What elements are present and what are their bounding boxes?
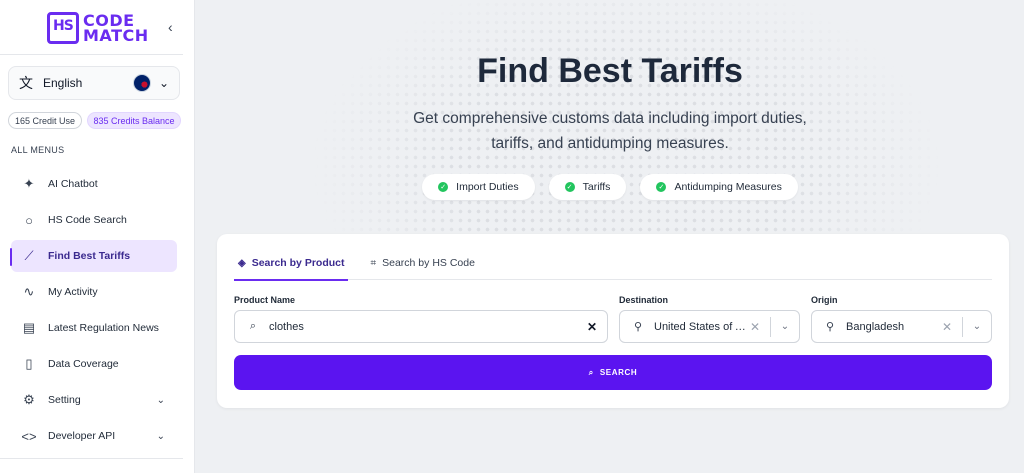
sidebar-item-label: Latest Regulation News (48, 322, 159, 334)
search-icon: ⌕ (588, 367, 594, 377)
product-name-input[interactable]: ⌕ clothes ✕ (234, 310, 608, 343)
search-icon: ⌕ (249, 320, 257, 332)
logo-text: CODE MATCH (83, 13, 149, 45)
check-circle-icon: ✓ (438, 182, 449, 192)
chevron-down-icon[interactable]: ⌄ (969, 321, 985, 332)
clear-icon[interactable]: ✕ (746, 320, 764, 334)
sidebar-item-label: Data Coverage (48, 358, 119, 370)
trend-icon: ⟋ (24, 248, 34, 263)
tab-label: Search by HS Code (382, 257, 475, 269)
sidebar-item-label: Setting (48, 394, 81, 406)
feature-pills: ✓ Import Duties ✓ Tariffs ✓ Antidumping … (196, 174, 1024, 200)
check-circle-icon: ✓ (564, 182, 575, 192)
divider (0, 54, 183, 55)
menus-title: ALL MENUS (11, 145, 65, 155)
origin-value: Bangladesh (846, 320, 905, 333)
language-selector[interactable]: 文 English ⌄ (8, 66, 180, 100)
chevron-down-icon: ⌄ (156, 430, 165, 442)
check-circle-icon: ✓ (656, 182, 667, 192)
logo[interactable]: HS CODE MATCH (47, 12, 149, 44)
destination-select[interactable]: ⚲ United States of A... ✕ ⌄ (619, 310, 800, 343)
feature-pill-import-duties: ✓ Import Duties (422, 174, 535, 200)
page-title: Find Best Tariffs (477, 52, 743, 90)
scan-icon: ⌗ (370, 257, 377, 269)
page-subtitle: Get comprehensive customs data including… (413, 110, 807, 152)
origin-label: Origin (811, 295, 838, 305)
feature-pill-label: Tariffs (582, 181, 611, 193)
sparkle-icon: ✦ (23, 176, 35, 191)
search-button[interactable]: ⌕ SEARCH (234, 355, 992, 390)
news-icon: ▤ (22, 320, 36, 335)
sidebar-item-ai-chatbot[interactable]: ✦ AI Chatbot (11, 168, 177, 200)
clear-icon[interactable]: ✕ (583, 320, 601, 334)
sidebar-item-hs-code-search[interactable]: ○ HS Code Search (11, 204, 177, 236)
logo-mark-text: HS (53, 18, 74, 34)
collapse-sidebar-icon[interactable]: ‹ (168, 19, 173, 35)
feature-pill-antidumping: ✓ Antidumping Measures (640, 174, 798, 200)
search-card: ◈ Search by Product ⌗ Search by HS Code … (217, 234, 1009, 408)
logo-mark: HS (47, 12, 79, 44)
document-icon: ▯ (25, 356, 33, 371)
feature-pill-label: Import Duties (456, 181, 519, 193)
pin-icon: ⚲ (825, 321, 835, 333)
credit-balance-badge[interactable]: 835 Credits Balance (87, 112, 181, 129)
product-name-label: Product Name (234, 295, 296, 305)
separator (770, 316, 771, 337)
language-label: English (43, 76, 83, 90)
sidebar-item-label: Developer API (48, 430, 116, 442)
sidebar-item-label: HS Code Search (48, 214, 127, 226)
search-button-label: SEARCH (599, 368, 638, 377)
sidebar-item-label: My Activity (48, 286, 98, 298)
credit-use-badge: 165 Credit Use (8, 112, 82, 129)
gear-icon: ⚙ (23, 392, 35, 407)
search-icon: ○ (25, 212, 33, 228)
code-icon: <> (21, 428, 37, 444)
sidebar-item-setting[interactable]: ⚙ Setting ⌄ (11, 384, 177, 416)
feature-pill-tariffs: ✓ Tariffs (548, 174, 627, 200)
chevron-down-icon: ⌄ (156, 394, 165, 406)
origin-select[interactable]: ⚲ Bangladesh ✕ ⌄ (811, 310, 992, 343)
destination-value: United States of A... (654, 320, 746, 333)
box-icon: ◈ (238, 257, 246, 269)
pin-icon: ⚲ (633, 321, 643, 333)
product-name-value: clothes (269, 320, 304, 333)
sidebar-item-latest-regulation-news[interactable]: ▤ Latest Regulation News (11, 312, 177, 344)
logo-line-2: MATCH (83, 26, 149, 45)
separator (962, 316, 963, 337)
divider (0, 458, 183, 459)
activity-icon: ∿ (23, 284, 35, 299)
sidebar-item-my-activity[interactable]: ∿ My Activity (11, 276, 177, 308)
tab-search-by-product[interactable]: ◈ Search by Product (234, 246, 349, 281)
sidebar-item-label: AI Chatbot (48, 178, 98, 190)
tab-search-by-hs-code[interactable]: ⌗ Search by HS Code (366, 246, 478, 280)
translate-icon: 文 (19, 75, 33, 91)
sidebar-item-find-best-tariffs[interactable]: ⟋ Find Best Tariffs (11, 240, 177, 272)
active-indicator (10, 248, 12, 266)
sidebar: HS CODE MATCH ‹ 文 English ⌄ 165 Credit U… (0, 0, 195, 473)
flag-icon (132, 74, 151, 92)
feature-pill-label: Antidumping Measures (674, 181, 782, 193)
sidebar-item-label: Find Best Tariffs (48, 250, 131, 262)
clear-icon[interactable]: ✕ (938, 320, 956, 334)
tab-label: Search by Product (251, 257, 345, 269)
destination-label: Destination (619, 295, 669, 305)
main-content: Find Best Tariffs Get comprehensive cust… (196, 0, 1024, 473)
search-tabs: ◈ Search by Product ⌗ Search by HS Code (234, 246, 992, 281)
chevron-down-icon: ⌄ (158, 76, 169, 90)
chevron-down-icon[interactable]: ⌄ (777, 321, 793, 332)
sidebar-item-developer-api[interactable]: <> Developer API ⌄ (11, 420, 177, 452)
sidebar-item-data-coverage[interactable]: ▯ Data Coverage (11, 348, 177, 380)
